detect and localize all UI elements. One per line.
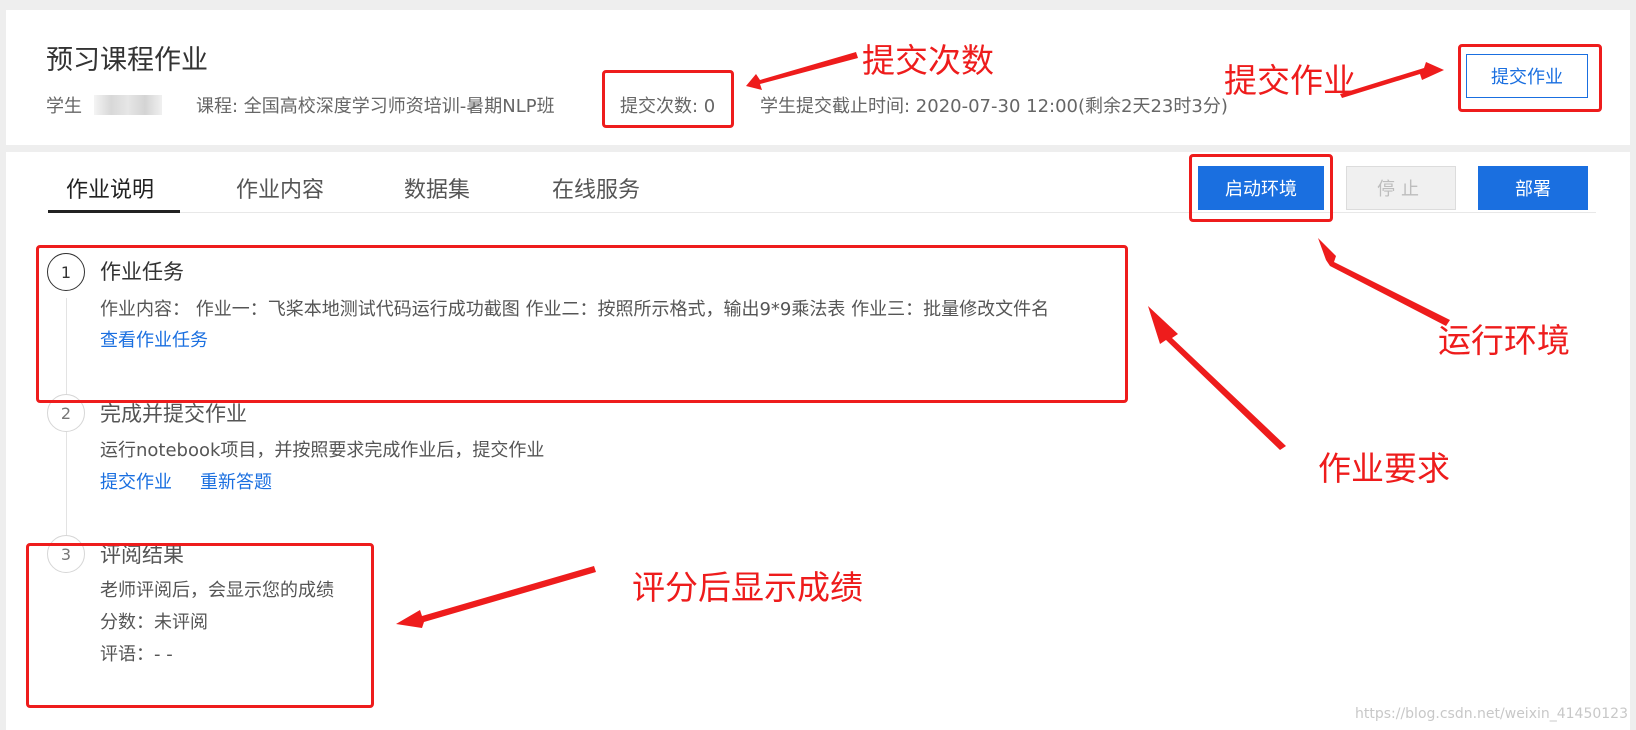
deploy-button[interactable]: 部署: [1478, 166, 1588, 210]
annotation-label-run-env: 运行环境: [1438, 321, 1570, 360]
student-label: 学生: [46, 96, 82, 117]
tab-dataset[interactable]: 数据集: [404, 172, 470, 204]
step-2-description: 运行notebook项目，并按照要求完成作业后，提交作业: [100, 440, 545, 461]
active-tab-indicator: [48, 210, 180, 213]
annotation-box-submit-button: [1458, 44, 1602, 112]
annotation-box-review: [26, 543, 374, 708]
assignment-header: 预习课程作业 学生 课程: 全国高校深度学习师资培训-暑期NLP班 提交次数: …: [6, 10, 1630, 145]
submit-homework-link[interactable]: 提交作业: [100, 468, 172, 494]
annotation-label-submit-count: 提交次数: [862, 41, 994, 80]
stop-button[interactable]: 停止: [1346, 166, 1456, 210]
tab-divider: [48, 212, 1596, 213]
annotation-box-task: [36, 245, 1128, 403]
annotation-box-start-env: [1189, 154, 1333, 222]
annotation-label-grade: 评分后显示成绩: [632, 568, 863, 607]
student-name-blurred: [94, 95, 162, 115]
page-title: 预习课程作业: [46, 45, 208, 76]
tab-content[interactable]: 作业内容: [236, 172, 324, 204]
annotation-label-requirements: 作业要求: [1318, 449, 1450, 488]
watermark: https://blog.csdn.net/weixin_41450123: [1354, 706, 1628, 722]
course-name: 课程: 全国高校深度学习师资培训-暑期NLP班: [196, 96, 555, 117]
annotation-box-submit-count: [602, 70, 734, 128]
submit-deadline: 学生提交截止时间: 2020-07-30 12:00(剩余2天23时3分): [760, 96, 1228, 117]
redo-answers-link[interactable]: 重新答题: [200, 468, 272, 494]
tab-online-service[interactable]: 在线服务: [552, 172, 640, 204]
annotation-label-submit-homework: 提交作业: [1224, 61, 1356, 100]
tab-instructions[interactable]: 作业说明: [66, 172, 154, 204]
